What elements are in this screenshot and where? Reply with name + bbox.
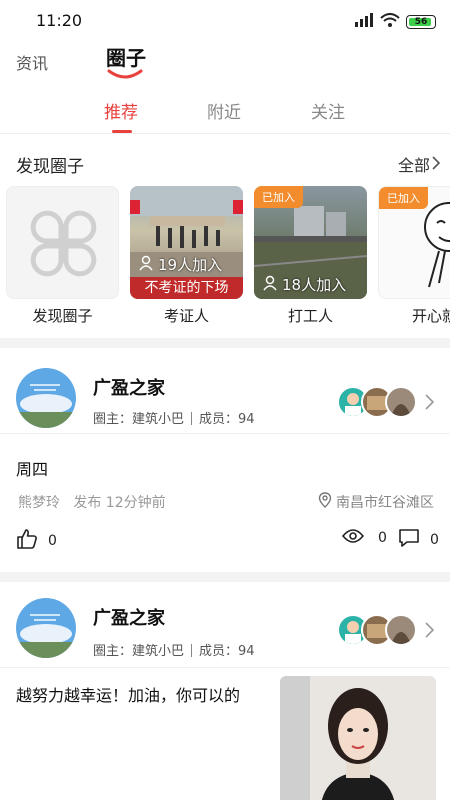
member-avatars[interactable] [337, 386, 417, 418]
post-content[interactable]: 越努力越幸运！加油，你可以的 [16, 682, 240, 706]
post-author[interactable]: 熊梦玲 [18, 495, 60, 511]
discover-title: 发现圈子 [16, 157, 84, 177]
circle-thumb: 19人加入 不考证的下场 [130, 186, 243, 299]
section-divider [0, 338, 450, 348]
post-card[interactable]: 广盈之家 圈主：建筑小巴 成员：94 周四 熊梦玲 发布 12分钟前 南昌市红谷滩… [0, 348, 450, 572]
post-content[interactable]: 周四 [16, 456, 48, 480]
circle-members: 成员：94 [199, 644, 255, 659]
circle-name: 开心就 [411, 307, 450, 325]
comment-icon [398, 528, 420, 552]
member-avatars[interactable] [337, 614, 417, 646]
join-count: 18人加入 [262, 274, 346, 295]
sub-tabs: 推荐 附近 关注 [0, 88, 450, 134]
chevron-right-icon[interactable] [432, 155, 441, 174]
circle-card-worker[interactable]: 已加入 18人加入 打工人 [254, 186, 367, 326]
status-bar: 11:20 56 [0, 0, 450, 40]
circle-thumb [6, 186, 119, 299]
circle-card-happy[interactable]: 已加入 开心就 [378, 186, 450, 326]
circle-meta: 圈主：建筑小巴 成员：94 [93, 408, 255, 427]
circle-thumb: 已加入 [378, 186, 450, 299]
circle-owner: 圈主：建筑小巴 [93, 412, 185, 427]
battery-level: 56 [414, 16, 428, 27]
post-location: 南昌市红谷滩区 [318, 492, 434, 512]
eye-icon [341, 528, 365, 548]
clover-icon [27, 207, 100, 284]
circle-card-cert[interactable]: 19人加入 不考证的下场 考证人 [130, 186, 243, 326]
status-icons: 56 [354, 12, 436, 31]
thumbs-up-icon [16, 528, 38, 554]
post-time: 发布 12分钟前 [73, 495, 166, 511]
signal-icon [354, 12, 374, 31]
circle-name[interactable]: 广盈之家 [93, 604, 165, 630]
comment-count: 0 [430, 532, 439, 548]
location-pin-icon [318, 492, 332, 512]
discover-header: 发现圈子 全部 [0, 150, 450, 178]
circle-name: 考证人 [163, 307, 209, 325]
circle-avatar[interactable] [16, 368, 76, 428]
circles-row[interactable]: 发现圈子 19人加入 不考证的下场 考证人 已加入 18人加入 打工人 已加入 … [0, 186, 450, 326]
post-header[interactable]: 广盈之家 圈主：建筑小巴 成员：94 [0, 582, 450, 668]
chevron-right-icon[interactable] [425, 394, 435, 414]
sub-tab-underline [112, 130, 132, 133]
circle-meta: 圈主：建筑小巴 成员：94 [93, 640, 255, 659]
tab-news[interactable]: 资讯 [16, 50, 48, 74]
active-tab-indicator [106, 66, 144, 85]
join-count: 19人加入 [138, 254, 222, 275]
comment-button[interactable]: 0 [398, 528, 439, 552]
circle-name: 发现圈子 [32, 307, 93, 325]
tab-nearby[interactable]: 附近 [207, 98, 241, 123]
post-image[interactable] [280, 676, 436, 800]
circle-avatar[interactable] [16, 598, 76, 658]
like-button[interactable]: 0 [16, 528, 57, 554]
circle-members: 成员：94 [199, 412, 255, 427]
discover-all-link[interactable]: 全部 [398, 152, 430, 176]
circle-thumb: 已加入 18人加入 [254, 186, 367, 299]
post-actions: 0 0 0 [0, 528, 450, 558]
post-card[interactable]: 广盈之家 圈主：建筑小巴 成员：94 越努力越幸运！加油，你可以的 [0, 582, 450, 800]
top-tabs: 资讯 圈子 [0, 40, 450, 84]
image-caption: 不考证的下场 [130, 277, 243, 299]
person-icon [262, 275, 278, 295]
view-count: 0 [378, 530, 387, 546]
like-count: 0 [48, 533, 57, 549]
post-header[interactable]: 广盈之家 圈主：建筑小巴 成员：94 [0, 348, 450, 434]
wifi-icon [380, 12, 400, 31]
section-divider [0, 572, 450, 582]
chevron-right-icon[interactable] [425, 622, 435, 642]
circle-owner: 圈主：建筑小巴 [93, 644, 185, 659]
circle-card-discover[interactable]: 发现圈子 [6, 186, 119, 326]
circle-name: 打工人 [287, 307, 333, 325]
status-time: 11:20 [36, 11, 83, 30]
post-author-line: 熊梦玲 发布 12分钟前 [18, 492, 166, 512]
joined-tag: 已加入 [379, 187, 428, 209]
battery-icon: 56 [406, 14, 436, 29]
joined-tag: 已加入 [254, 186, 303, 208]
circle-name[interactable]: 广盈之家 [93, 374, 165, 400]
avatar [385, 614, 417, 646]
views-indicator: 0 [341, 528, 387, 548]
avatar [385, 386, 417, 418]
tab-recommend[interactable]: 推荐 [104, 98, 138, 123]
person-icon [138, 255, 154, 275]
tab-following[interactable]: 关注 [311, 98, 345, 123]
